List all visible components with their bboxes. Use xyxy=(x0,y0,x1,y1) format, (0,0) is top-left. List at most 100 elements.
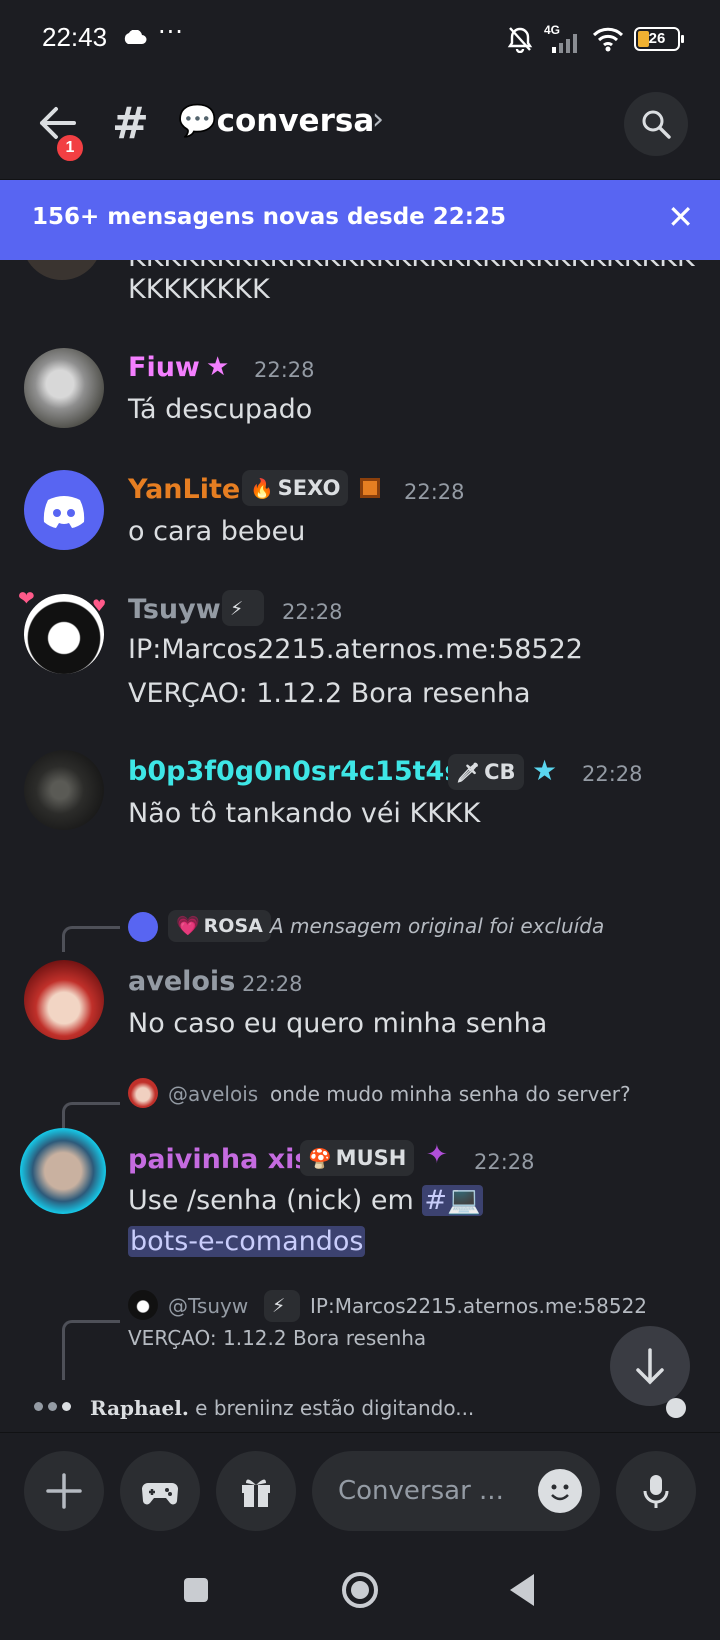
sparkle-badge-icon: ✦ xyxy=(426,1140,448,1170)
role-tag: 🔥 SEXO xyxy=(242,470,349,506)
timestamp: 22:28 xyxy=(282,600,343,624)
typing-suffix: e breniinz estão digitando... xyxy=(188,1396,475,1420)
reply-mention[interactable]: @avelois xyxy=(168,1082,258,1106)
lightning-icon: ⚡ xyxy=(230,598,244,620)
typing-indicator: Raphael. e breniinz estão digitando... xyxy=(0,1390,720,1430)
username[interactable]: b0p3f0g0n0sr4c15t4s xyxy=(128,756,460,787)
channel-title[interactable]: 💬conversa xyxy=(178,102,374,139)
flame-icon: 🔥 xyxy=(250,478,274,500)
reply-preview[interactable]: onde mudo minha senha do server? xyxy=(270,1082,631,1106)
search-button[interactable] xyxy=(624,92,688,156)
avatar[interactable] xyxy=(22,260,102,280)
reply-preview[interactable]: IP:Marcos2215.aternos.me:58522 xyxy=(310,1294,647,1318)
timestamp: 22:28 xyxy=(582,762,643,786)
role-tag-label: MUSH xyxy=(335,1146,407,1170)
timestamp: 22:28 xyxy=(474,1150,535,1174)
status-bar: 22:43 ··· 4G 26 xyxy=(0,0,720,80)
timestamp: 22:28 xyxy=(404,480,465,504)
channel-name: conversa xyxy=(216,103,375,139)
avatar[interactable] xyxy=(24,960,104,1040)
chevron-right-icon[interactable]: › xyxy=(372,102,384,137)
message-text: Tá descupado xyxy=(128,394,313,425)
emoji-button[interactable] xyxy=(538,1469,582,1513)
attach-button[interactable] xyxy=(24,1451,104,1531)
channel-mention-label[interactable]: bots-e-comandos xyxy=(128,1226,366,1257)
role-tag: 🍄 MUSH xyxy=(300,1140,415,1176)
reply-preview[interactable]: A mensagem original foi excluída xyxy=(270,914,604,938)
avatar[interactable] xyxy=(20,1128,106,1214)
sword-icon: 🗡 xyxy=(456,762,481,784)
message-list[interactable]: KKKKKKKKKKKKKKKKKKKKKKKKKKKKKKKK KKKKKKK… xyxy=(0,260,720,1430)
activities-button[interactable] xyxy=(120,1451,200,1531)
close-icon[interactable]: ✕ xyxy=(667,198,694,236)
typing-user: Raphael. xyxy=(90,1396,189,1420)
home-icon[interactable] xyxy=(340,1570,380,1610)
lightning-icon: ⚡ xyxy=(272,1295,286,1317)
timestamp: 22:28 xyxy=(242,972,303,996)
reply-preview: VERÇAO: 1.12.2 Bora resenha xyxy=(128,1326,427,1350)
gift-icon xyxy=(242,1479,270,1507)
typing-text: Raphael. e breniinz estão digitando... xyxy=(90,1396,474,1420)
new-messages-banner[interactable]: 156+ mensagens novas desde 22:25 ✕ xyxy=(0,180,720,260)
cloud-icon xyxy=(124,30,147,44)
username[interactable]: paivinha xis xyxy=(128,1144,310,1175)
battery-level: 26 xyxy=(648,30,666,47)
status-time: 22:43 xyxy=(42,22,108,52)
channel-header: # 💬conversa › xyxy=(0,80,720,180)
avatar xyxy=(128,912,158,942)
message-composer xyxy=(0,1432,720,1552)
read-status-icon xyxy=(666,1398,686,1418)
message-text-part: Use /senha (nick) em xyxy=(128,1185,414,1216)
message-text: Use /senha (nick) em #💻 xyxy=(128,1184,483,1216)
avatar[interactable] xyxy=(24,750,104,830)
reply-mention[interactable]: @Tsuyw xyxy=(168,1294,248,1318)
recent-apps-icon[interactable] xyxy=(180,1574,212,1606)
discord-logo-icon xyxy=(43,496,85,528)
star-badge-icon: ★ xyxy=(206,352,230,382)
voice-message-button[interactable] xyxy=(616,1451,696,1531)
system-nav-bar xyxy=(0,1552,720,1640)
heart-decoration-icon: ❤ xyxy=(18,586,35,610)
mic-icon xyxy=(643,1475,669,1508)
hash-icon: # xyxy=(112,98,149,149)
channel-mention[interactable]: #💻 xyxy=(422,1185,483,1216)
bell-off-icon xyxy=(507,27,533,53)
channel-mention-emoji: 💻 xyxy=(447,1185,481,1216)
status-indicators: 4G 26 xyxy=(506,22,684,56)
username[interactable]: YanLite xyxy=(128,474,240,505)
back-nav-icon[interactable] xyxy=(506,1572,538,1608)
role-tag: ⚡ xyxy=(264,1290,300,1322)
message-text: IP:Marcos2215.aternos.me:58522 xyxy=(128,634,583,665)
message-text: No caso eu quero minha senha xyxy=(128,1008,548,1039)
gamepad-icon xyxy=(142,1483,178,1505)
new-messages-text: 156+ mensagens novas desde 22:25 xyxy=(32,204,506,230)
message-input[interactable] xyxy=(338,1471,518,1511)
wifi-icon xyxy=(592,27,624,52)
plus-icon xyxy=(46,1473,82,1509)
message-text: KKKKKKKKKKKKKKKKKKKKKKKKKKKKKKKK xyxy=(128,260,695,273)
signal-icon: 4G xyxy=(544,23,582,53)
message-text: KKKKKKKK xyxy=(128,274,270,305)
message-input-container[interactable] xyxy=(312,1451,600,1531)
battery-icon: 26 xyxy=(634,27,684,51)
role-tag: 🗡 CB xyxy=(448,754,524,790)
role-icon xyxy=(360,478,380,498)
role-tag-label: ROSA xyxy=(203,915,263,937)
avatar xyxy=(128,1290,158,1320)
search-icon xyxy=(642,110,671,139)
unread-badge: 1 xyxy=(54,132,86,164)
channel-mention[interactable]: bots-e-comandos xyxy=(128,1226,366,1257)
emoji-icon xyxy=(551,1484,569,1501)
reply-connector xyxy=(62,1102,120,1128)
avatar[interactable] xyxy=(24,470,104,550)
message-text: o cara bebeu xyxy=(128,516,306,547)
role-tag-label: SEXO xyxy=(277,476,341,500)
gift-button[interactable] xyxy=(216,1451,296,1531)
username[interactable]: avelois xyxy=(128,966,235,997)
avatar[interactable] xyxy=(24,348,104,428)
username[interactable]: Fiuw xyxy=(128,352,200,383)
avatar xyxy=(128,1078,158,1108)
message-text: VERÇAO: 1.12.2 Bora resenha xyxy=(128,678,531,709)
username[interactable]: Tsuyw xyxy=(128,594,221,625)
heart-decoration-icon: ♥ xyxy=(92,596,107,615)
